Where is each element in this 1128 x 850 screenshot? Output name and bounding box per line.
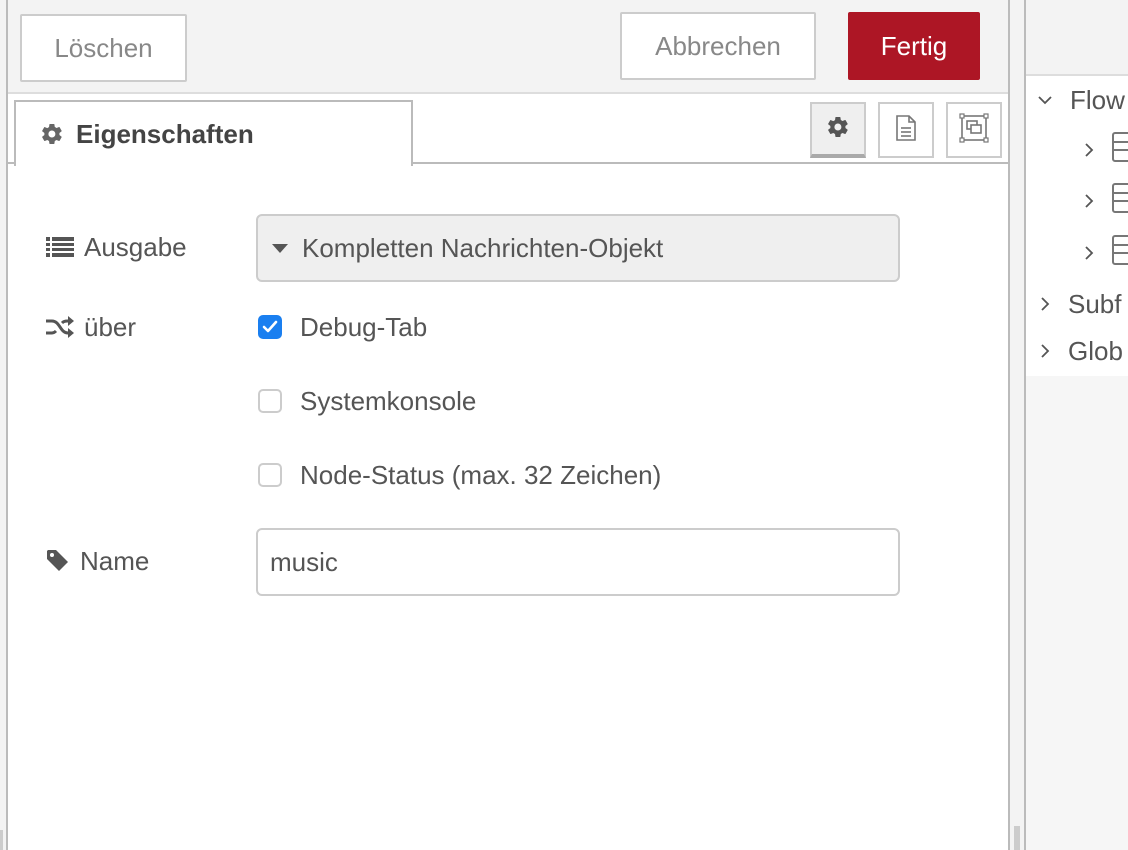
gear-icon bbox=[826, 115, 850, 144]
settings-tab-button[interactable] bbox=[810, 102, 866, 158]
chevron-right-icon bbox=[1040, 344, 1050, 358]
tree-item-flows[interactable]: Flow bbox=[1038, 80, 1125, 120]
sidebar-tree: Flow Subf Glob bbox=[1026, 76, 1128, 376]
checkbox-label: Node-Status (max. 32 Zeichen) bbox=[300, 459, 662, 490]
tree-item-global[interactable]: Glob bbox=[1040, 331, 1123, 371]
flow-icon bbox=[1112, 234, 1128, 272]
tree-item-flow[interactable] bbox=[1084, 130, 1128, 170]
tree-item-label: Glob bbox=[1068, 335, 1123, 366]
appearance-tab-button[interactable] bbox=[946, 102, 1002, 158]
tree-item-label: Subf bbox=[1068, 288, 1122, 319]
check-icon bbox=[262, 320, 278, 333]
done-button[interactable]: Fertig bbox=[848, 12, 980, 80]
output-label-text: Ausgabe bbox=[84, 231, 187, 262]
output-select[interactable]: Kompletten Nachrichten-Objekt bbox=[256, 214, 900, 282]
chevron-down-icon bbox=[1038, 95, 1052, 105]
caret-down-icon bbox=[272, 243, 288, 253]
tree-item-flow[interactable] bbox=[1084, 181, 1128, 221]
checkbox-unchecked[interactable] bbox=[258, 389, 282, 413]
checkbox-checked[interactable] bbox=[258, 315, 282, 339]
left-scrollbar[interactable] bbox=[0, 830, 3, 850]
name-label-text: Name bbox=[80, 545, 150, 576]
chevron-right-icon bbox=[1084, 246, 1094, 260]
tab-properties-label: Eigenschaften bbox=[76, 118, 254, 149]
checkbox-node-status[interactable]: Node-Status (max. 32 Zeichen) bbox=[258, 455, 661, 495]
window-restore-icon bbox=[958, 112, 990, 149]
tag-icon bbox=[46, 549, 70, 573]
edit-node-tray: Löschen Abbrechen Fertig Eigenschaften A… bbox=[8, 0, 1008, 850]
description-tab-button[interactable] bbox=[878, 102, 934, 158]
checkbox-debug-tab[interactable]: Debug-Tab bbox=[258, 307, 427, 347]
output-selected-value: Kompletten Nachrichten-Objekt bbox=[302, 232, 664, 263]
output-label: Ausgabe bbox=[46, 227, 187, 267]
tab-bar: Eigenschaften bbox=[8, 94, 1008, 166]
sidebar: Flow Subf Glob bbox=[1026, 0, 1128, 850]
gear-icon bbox=[40, 122, 64, 146]
chevron-right-icon bbox=[1084, 194, 1094, 208]
sidebar-splitter[interactable] bbox=[1008, 0, 1026, 850]
tab-properties[interactable]: Eigenschaften bbox=[14, 100, 413, 166]
flow-icon bbox=[1112, 131, 1128, 169]
tray-toolbar: Löschen Abbrechen Fertig bbox=[8, 0, 1008, 94]
checkbox-system-console[interactable]: Systemkonsole bbox=[258, 381, 476, 421]
name-label: Name bbox=[46, 541, 149, 581]
splitter-scrollbar[interactable] bbox=[1014, 826, 1020, 850]
chevron-right-icon bbox=[1084, 143, 1094, 157]
tree-item-subflows[interactable]: Subf bbox=[1040, 284, 1122, 324]
cancel-button[interactable]: Abbrechen bbox=[620, 12, 816, 80]
to-label: über bbox=[46, 307, 136, 347]
file-text-icon bbox=[893, 114, 919, 147]
chevron-right-icon bbox=[1040, 297, 1050, 311]
flow-icon bbox=[1112, 182, 1128, 220]
name-input[interactable] bbox=[256, 528, 900, 596]
random-icon bbox=[46, 316, 74, 338]
tree-item-label: Flow bbox=[1070, 84, 1125, 115]
tree-item-flow[interactable] bbox=[1084, 233, 1128, 273]
delete-button[interactable]: Löschen bbox=[20, 14, 187, 82]
checkbox-label: Systemkonsole bbox=[300, 385, 477, 416]
sidebar-header bbox=[1026, 0, 1128, 76]
left-gutter bbox=[0, 0, 8, 850]
checkbox-unchecked[interactable] bbox=[258, 463, 282, 487]
to-label-text: über bbox=[84, 311, 137, 342]
list-icon bbox=[46, 236, 74, 258]
checkbox-label: Debug-Tab bbox=[300, 311, 428, 342]
